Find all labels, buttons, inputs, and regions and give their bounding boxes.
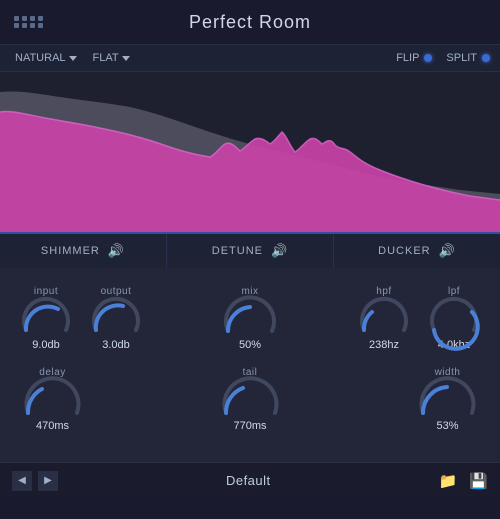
lpf-knob[interactable] (428, 301, 480, 333)
delay-value: 470ms (36, 420, 69, 432)
shimmer-tab[interactable]: SHIMMER 🔊 (0, 234, 167, 268)
preset-name: Default (226, 473, 271, 488)
natural-button[interactable]: NATURAL (10, 50, 82, 66)
flip-label: FLIP (396, 52, 419, 64)
logo (14, 16, 44, 28)
tail-knob[interactable] (218, 382, 283, 414)
save-preset-icon[interactable]: 💾 (469, 472, 488, 490)
ducker-tab[interactable]: DUCKER 🔊 (334, 234, 500, 268)
hpf-label: hpf (376, 286, 391, 297)
next-preset-button[interactable]: ▶ (38, 471, 58, 491)
topbar: NATURAL FLAT FLIP SPLIT (0, 44, 500, 72)
hpf-value: 238hz (369, 339, 399, 351)
mix-group: mix 50% (220, 286, 280, 351)
flip-toggle[interactable]: FLIP (396, 52, 432, 64)
frequency-display (0, 72, 500, 232)
mix-label: mix (241, 286, 258, 297)
flat-label: FLAT (93, 52, 119, 64)
prev-preset-button[interactable]: ◀ (12, 471, 32, 491)
ducker-speaker-icon[interactable]: 🔊 (439, 243, 456, 259)
flip-dot-icon (424, 54, 432, 62)
plugin-title: Perfect Room (189, 12, 311, 33)
prev-arrow-icon: ◀ (18, 475, 26, 486)
tail-knob-container: tail 770ms (218, 367, 283, 432)
hpf-knob-container: hpf 238hz (358, 286, 410, 351)
next-arrow-icon: ▶ (44, 475, 52, 486)
detune-tab[interactable]: DETUNE 🔊 (167, 234, 334, 268)
flat-chevron-icon (122, 56, 130, 61)
width-knob-container: width 53% (415, 367, 480, 432)
logo-dots (14, 16, 44, 28)
bottom-icons: 📁 💾 (439, 472, 488, 490)
mix-value: 50% (239, 339, 261, 351)
width-group: width 53% (415, 367, 480, 432)
detune-speaker-icon[interactable]: 🔊 (271, 243, 288, 259)
input-knob[interactable] (20, 301, 72, 333)
hpf-lpf-group: hpf 238hz lpf 4.0khz (358, 286, 480, 351)
width-knob[interactable] (415, 382, 480, 414)
shimmer-speaker-icon[interactable]: 🔊 (108, 243, 125, 259)
delay-group: delay 470ms (20, 367, 85, 432)
input-label: input (34, 286, 58, 297)
width-value: 53% (436, 420, 458, 432)
input-value: 9.0db (32, 339, 60, 351)
header: Perfect Room (0, 0, 500, 44)
hpf-knob[interactable] (358, 301, 410, 333)
mix-knob-container: mix 50% (220, 286, 280, 351)
detune-label: DETUNE (212, 245, 263, 257)
split-dot-icon (482, 54, 490, 62)
natural-chevron-icon (69, 56, 77, 61)
lpf-knob-container: lpf 4.0khz (428, 286, 480, 351)
load-preset-icon[interactable]: 📁 (439, 472, 458, 490)
delay-knob-container: delay 470ms (20, 367, 85, 432)
visualizer (0, 72, 500, 232)
bottombar: ◀ ▶ Default 📁 💾 (0, 462, 500, 498)
topbar-left: NATURAL FLAT (10, 50, 135, 66)
input-knob-container: input 9.0db (20, 286, 72, 351)
delay-knob[interactable] (20, 382, 85, 414)
input-output-group: input 9.0db output 3.0db (20, 286, 142, 351)
tail-group: tail 770ms (218, 367, 283, 432)
controls-area: input 9.0db output 3.0db (0, 268, 500, 462)
output-value: 3.0db (102, 339, 130, 351)
output-label: output (101, 286, 132, 297)
section-tabs: SHIMMER 🔊 DETUNE 🔊 DUCKER 🔊 (0, 232, 500, 268)
controls-row-1: input 9.0db output 3.0db (20, 286, 480, 351)
flat-button[interactable]: FLAT (88, 50, 135, 66)
lpf-label: lpf (448, 286, 460, 297)
controls-row-2: delay 470ms tail (20, 367, 480, 432)
nav-arrows: ◀ ▶ (12, 471, 58, 491)
tail-value: 770ms (233, 420, 266, 432)
output-knob[interactable] (90, 301, 142, 333)
topbar-right: FLIP SPLIT (396, 52, 490, 64)
output-knob-container: output 3.0db (90, 286, 142, 351)
natural-label: NATURAL (15, 52, 66, 64)
ducker-label: DUCKER (378, 245, 430, 257)
mix-knob[interactable] (220, 301, 280, 333)
shimmer-label: SHIMMER (41, 245, 100, 257)
split-toggle[interactable]: SPLIT (446, 52, 490, 64)
split-label: SPLIT (446, 52, 477, 64)
